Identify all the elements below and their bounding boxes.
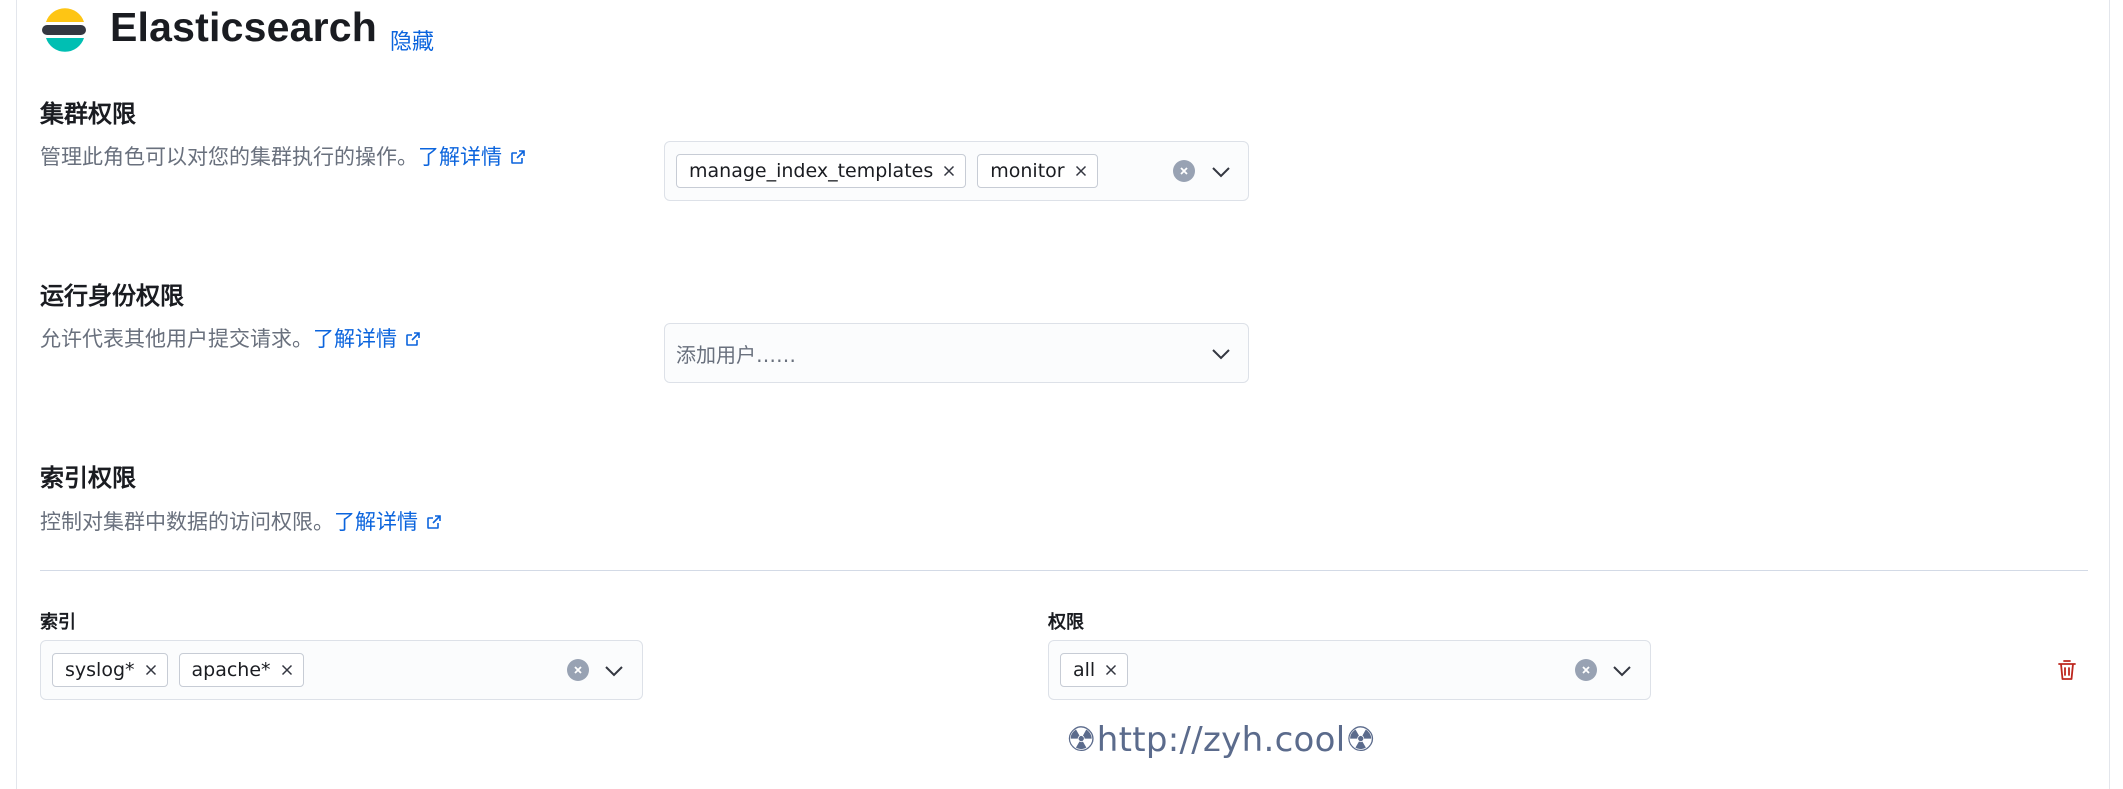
index-pill: apache* — [178, 653, 304, 687]
chevron-down-icon[interactable] — [604, 665, 624, 677]
remove-pill-icon[interactable] — [1075, 165, 1087, 177]
pill-label: syslog* — [65, 659, 135, 681]
remove-pill-icon[interactable] — [1105, 664, 1117, 676]
indices-label: 索引 — [40, 612, 76, 633]
chevron-down-icon[interactable] — [1612, 665, 1632, 677]
run-as-users-combobox[interactable]: 添加用户…… — [664, 323, 1249, 383]
page-title: Elasticsearch — [110, 4, 377, 50]
index-privileges-title: 索引权限 — [40, 464, 136, 492]
privilege-pill: all — [1060, 653, 1129, 687]
indices-combobox[interactable]: syslog* apache* — [40, 640, 643, 700]
clear-selection-icon[interactable] — [1173, 160, 1195, 182]
privileges-label: 权限 — [1048, 612, 1084, 633]
index-learn-more-label: 了解详情 — [334, 510, 418, 534]
cluster-description-text: 管理此角色可以对您的集群执行的操作。 — [40, 145, 418, 169]
cluster-privilege-pill: manage_index_templates — [676, 154, 967, 188]
remove-pill-icon[interactable] — [281, 664, 293, 676]
cluster-learn-more-link[interactable]: 了解详情 — [418, 145, 526, 169]
index-description-text: 控制对集群中数据的访问权限。 — [40, 510, 334, 534]
clear-selection-icon[interactable] — [1575, 659, 1597, 681]
hide-link[interactable]: 隐藏 — [390, 24, 434, 56]
index-privileges-description: 控制对集群中数据的访问权限。了解详情 — [40, 506, 442, 536]
chevron-down-icon[interactable] — [1211, 348, 1231, 360]
cluster-privileges-description: 管理此角色可以对您的集群执行的操作。了解详情 — [40, 141, 526, 171]
watermark-text: ☢http://zyh.cool☢ — [1066, 720, 1377, 760]
pill-label: all — [1073, 659, 1096, 681]
cluster-learn-more-label: 了解详情 — [418, 145, 502, 169]
delete-index-privilege-trash-icon[interactable] — [2056, 658, 2078, 682]
pill-label: apache* — [191, 659, 271, 681]
run-as-privileges-description: 允许代表其他用户提交请求。了解详情 — [40, 323, 421, 353]
remove-pill-icon[interactable] — [943, 165, 955, 177]
cluster-privileges-title: 集群权限 — [40, 100, 136, 128]
elasticsearch-logo-icon — [42, 8, 86, 52]
run-as-description-text: 允许代表其他用户提交请求。 — [40, 327, 313, 351]
index-learn-more-link[interactable]: 了解详情 — [334, 510, 442, 534]
cluster-privilege-pill: monitor — [977, 154, 1098, 188]
external-link-icon — [406, 332, 420, 346]
clear-selection-icon[interactable] — [567, 659, 589, 681]
run-as-learn-more-label: 了解详情 — [313, 327, 397, 351]
cluster-privileges-combobox[interactable]: manage_index_templates monitor — [664, 141, 1249, 201]
index-privileges-combobox[interactable]: all — [1048, 640, 1651, 700]
external-link-icon — [511, 150, 525, 164]
pill-label: monitor — [990, 160, 1065, 182]
pill-label: manage_index_templates — [689, 160, 934, 182]
chevron-down-icon[interactable] — [1211, 166, 1231, 178]
add-users-placeholder: 添加用户…… — [676, 342, 796, 367]
external-link-icon — [427, 515, 441, 529]
index-pill: syslog* — [52, 653, 168, 687]
run-as-privileges-title: 运行身份权限 — [40, 282, 184, 310]
run-as-learn-more-link[interactable]: 了解详情 — [313, 327, 421, 351]
remove-pill-icon[interactable] — [145, 664, 157, 676]
section-divider — [40, 570, 2088, 571]
